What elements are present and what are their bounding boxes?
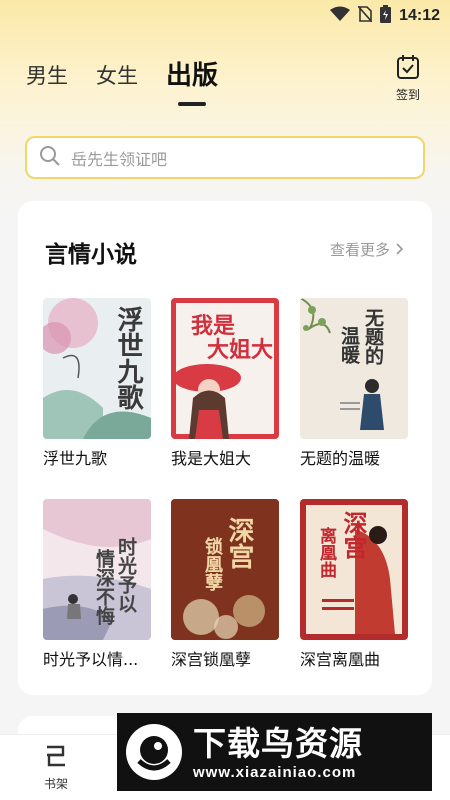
book-cover: 深宫 锁凰孽 bbox=[171, 499, 279, 640]
section-title: 言情小说 bbox=[45, 242, 137, 268]
book-cover: 深宫 离凰曲 bbox=[300, 499, 408, 640]
book-title: 深宫锁凰孽 bbox=[171, 650, 252, 669]
signin-button[interactable]: 签到 bbox=[388, 54, 428, 103]
search-input[interactable]: 岳先生领证吧 bbox=[25, 136, 425, 179]
watermark-banner: 下载鸟资源 www.xiazainiao.com bbox=[117, 713, 432, 791]
bookshelf-icon bbox=[43, 745, 69, 773]
no-sim-icon bbox=[357, 5, 373, 26]
chevron-right-icon bbox=[396, 241, 404, 259]
romance-section-card: 言情小说 查看更多 浮世九歌 浮世九歌 我是 大姐大 我是大姐大 无题的 温暖 … bbox=[18, 201, 432, 695]
book-title: 深宫离凰曲 bbox=[300, 650, 381, 669]
book-item[interactable]: 时光予以 情深不悔 时光予以情... bbox=[43, 499, 151, 670]
search-icon bbox=[39, 145, 61, 171]
screen: 14:12 男生 女生 出版 签到 岳先生领证吧 言情小说 查看更多 浮世九歌 … bbox=[0, 0, 450, 800]
book-title: 时光予以情... bbox=[43, 650, 139, 669]
book-title: 无题的温暖 bbox=[300, 449, 381, 468]
bird-logo-icon bbox=[125, 723, 183, 781]
book-cover: 无题的 温暖 bbox=[300, 298, 408, 439]
book-item[interactable]: 深宫 离凰曲 深宫离凰曲 bbox=[300, 499, 408, 670]
top-tabs: 男生 女生 出版 bbox=[26, 56, 246, 106]
view-more-link[interactable]: 查看更多 bbox=[330, 239, 404, 260]
book-cover: 浮世九歌 bbox=[43, 298, 151, 439]
watermark-title: 下载鸟资源 bbox=[193, 723, 363, 763]
book-cover: 我是 大姐大 bbox=[171, 298, 279, 439]
status-icons: 14:12 bbox=[330, 5, 440, 27]
nav-bookshelf[interactable]: 书架 bbox=[38, 743, 74, 792]
wifi-icon bbox=[330, 6, 351, 26]
signin-label: 签到 bbox=[395, 88, 420, 102]
watermark-url: www.xiazainiao.com bbox=[193, 763, 357, 781]
book-cover: 时光予以 情深不悔 bbox=[43, 499, 151, 640]
tab-publish[interactable]: 出版 bbox=[166, 56, 218, 106]
nav-bookshelf-label: 书架 bbox=[43, 777, 68, 791]
tab-female[interactable]: 女生 bbox=[96, 56, 138, 96]
status-time: 14:12 bbox=[399, 7, 440, 24]
book-item[interactable]: 深宫 锁凰孽 深宫锁凰孽 bbox=[171, 499, 279, 670]
book-title: 浮世九歌 bbox=[43, 449, 108, 468]
book-item[interactable]: 浮世九歌 浮世九歌 bbox=[43, 298, 151, 469]
status-bar: 14:12 bbox=[0, 0, 450, 32]
calendar-check-icon bbox=[396, 55, 420, 84]
tab-male[interactable]: 男生 bbox=[26, 56, 68, 96]
book-title: 我是大姐大 bbox=[171, 449, 252, 468]
battery-icon bbox=[380, 5, 392, 27]
book-item[interactable]: 无题的 温暖 无题的温暖 bbox=[300, 298, 408, 469]
book-item[interactable]: 我是 大姐大 我是大姐大 bbox=[171, 298, 279, 469]
search-placeholder: 岳先生领证吧 bbox=[71, 149, 168, 169]
view-more-label: 查看更多 bbox=[329, 241, 390, 259]
